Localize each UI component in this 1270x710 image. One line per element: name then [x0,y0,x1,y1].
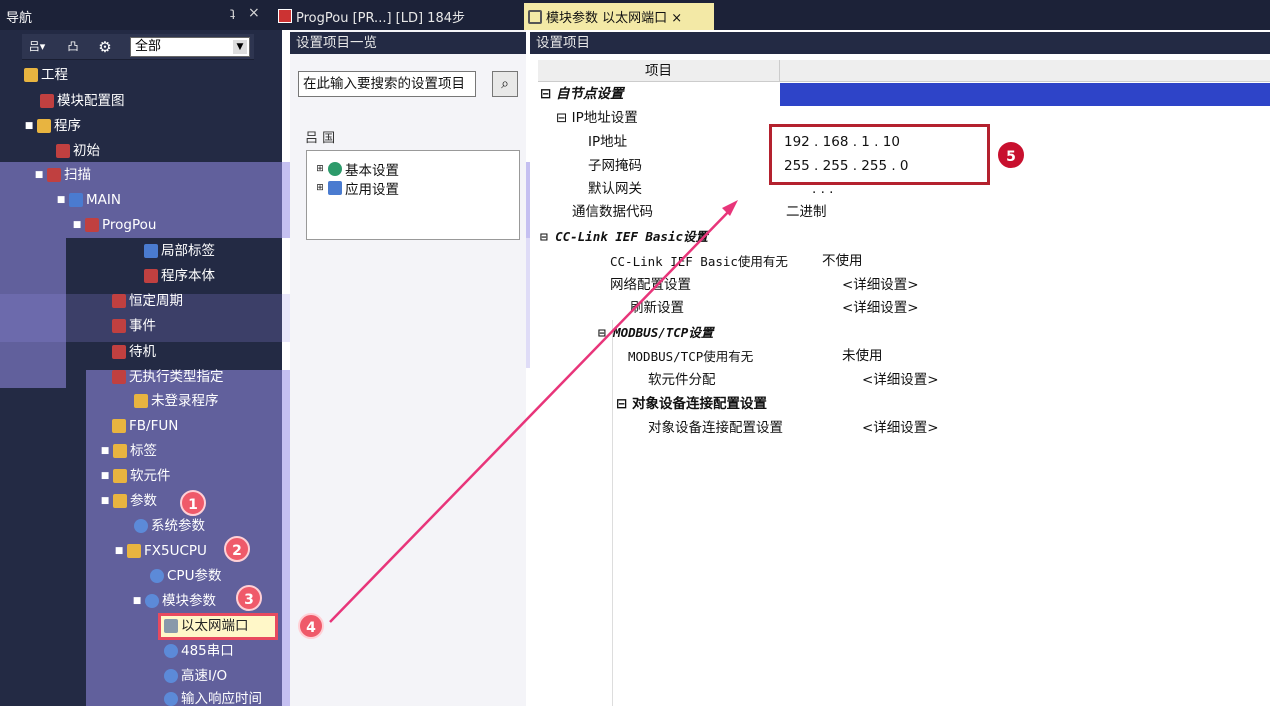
arrow-line [329,207,733,623]
pointer-arrow [329,200,738,623]
arrow-head [722,200,738,216]
